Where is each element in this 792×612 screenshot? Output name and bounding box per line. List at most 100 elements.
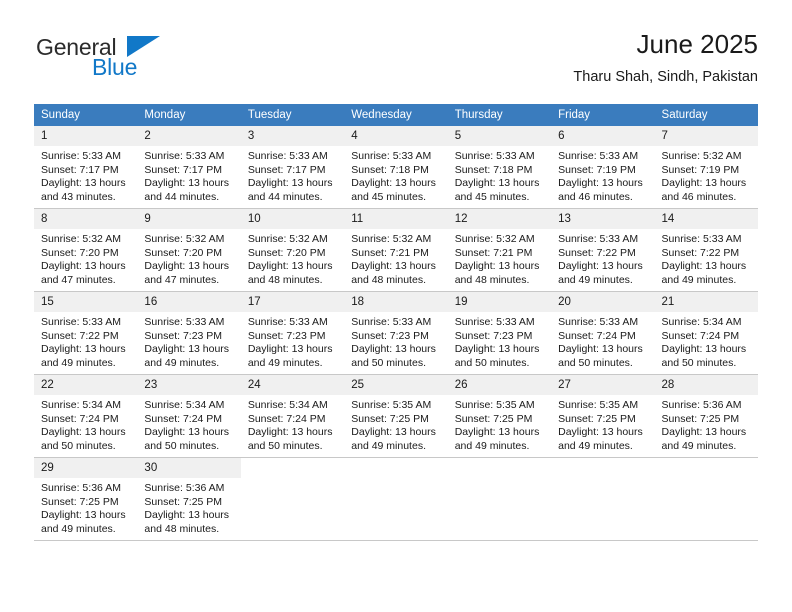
day-cell[interactable]: 20 Sunrise: 5:33 AM Sunset: 7:24 PM Dayl… bbox=[551, 291, 655, 375]
sunrise-text: Sunrise: 5:35 AM bbox=[454, 399, 535, 411]
day-number: 18 bbox=[344, 292, 448, 312]
day-cell[interactable]: 1 Sunrise: 5:33 AM Sunset: 7:17 PM Dayli… bbox=[34, 126, 138, 209]
day-info: Sunrise: 5:32 AM Sunset: 7:20 PM Dayligh… bbox=[34, 229, 137, 287]
day-cell[interactable]: 29 Sunrise: 5:36 AM Sunset: 7:25 PM Dayl… bbox=[34, 457, 138, 541]
day-cell-empty bbox=[240, 457, 345, 541]
sunset-text: Sunset: 7:24 PM bbox=[144, 412, 223, 425]
sunrise-text: Sunrise: 5:35 AM bbox=[351, 399, 432, 411]
sunset-text: Sunset: 7:19 PM bbox=[661, 163, 740, 176]
day-cell[interactable]: 27 Sunrise: 5:35 AM Sunset: 7:25 PM Dayl… bbox=[551, 374, 655, 458]
daylight-text-line1: Daylight: 13 hours bbox=[454, 177, 540, 190]
daylight-text-line1: Daylight: 13 hours bbox=[144, 509, 230, 522]
day-cell[interactable]: 11 Sunrise: 5:32 AM Sunset: 7:21 PM Dayl… bbox=[344, 208, 448, 292]
day-cell[interactable]: 24 Sunrise: 5:34 AM Sunset: 7:24 PM Dayl… bbox=[240, 374, 345, 458]
sunset-text: Sunset: 7:20 PM bbox=[41, 246, 119, 259]
weekday-header-thursday: Thursday bbox=[447, 104, 552, 126]
day-cell[interactable]: 19 Sunrise: 5:33 AM Sunset: 7:23 PM Dayl… bbox=[447, 291, 552, 375]
daylight-text-line2: and 48 minutes. bbox=[247, 273, 323, 286]
sunset-text: Sunset: 7:25 PM bbox=[41, 495, 119, 508]
day-cell[interactable]: 6 Sunrise: 5:33 AM Sunset: 7:19 PM Dayli… bbox=[551, 126, 655, 209]
day-info: Sunrise: 5:32 AM Sunset: 7:21 PM Dayligh… bbox=[344, 229, 447, 287]
sunrise-text: Sunrise: 5:32 AM bbox=[351, 233, 432, 245]
daylight-text-line2: and 48 minutes. bbox=[454, 273, 530, 286]
day-cell[interactable]: 23 Sunrise: 5:34 AM Sunset: 7:24 PM Dayl… bbox=[137, 374, 241, 458]
day-cell[interactable]: 8 Sunrise: 5:32 AM Sunset: 7:20 PM Dayli… bbox=[34, 208, 138, 292]
day-cell[interactable]: 28 Sunrise: 5:36 AM Sunset: 7:25 PM Dayl… bbox=[654, 374, 758, 458]
day-info: Sunrise: 5:33 AM Sunset: 7:23 PM Dayligh… bbox=[241, 312, 344, 370]
day-number: 24 bbox=[240, 375, 345, 395]
day-info: Sunrise: 5:35 AM Sunset: 7:25 PM Dayligh… bbox=[551, 395, 654, 453]
day-cell[interactable]: 4 Sunrise: 5:33 AM Sunset: 7:18 PM Dayli… bbox=[344, 126, 448, 209]
day-number: 29 bbox=[34, 458, 138, 478]
daylight-text-line2: and 46 minutes. bbox=[661, 190, 737, 203]
daylight-text-line1: Daylight: 13 hours bbox=[41, 509, 126, 522]
day-cell[interactable]: 2 Sunrise: 5:33 AM Sunset: 7:17 PM Dayli… bbox=[137, 126, 241, 209]
day-cell[interactable]: 25 Sunrise: 5:35 AM Sunset: 7:25 PM Dayl… bbox=[344, 374, 448, 458]
day-number bbox=[447, 458, 552, 464]
sunset-text: Sunset: 7:19 PM bbox=[558, 163, 636, 176]
daylight-text-line2: and 49 minutes. bbox=[558, 439, 633, 452]
daylight-text-line2: and 49 minutes. bbox=[661, 439, 737, 452]
daylight-text-line2: and 47 minutes. bbox=[144, 273, 220, 286]
day-cell[interactable]: 18 Sunrise: 5:33 AM Sunset: 7:23 PM Dayl… bbox=[344, 291, 448, 375]
day-cell[interactable]: 22 Sunrise: 5:34 AM Sunset: 7:24 PM Dayl… bbox=[34, 374, 138, 458]
day-cell[interactable]: 15 Sunrise: 5:33 AM Sunset: 7:22 PM Dayl… bbox=[34, 291, 138, 375]
sunset-text: Sunset: 7:25 PM bbox=[351, 412, 429, 425]
sunset-text: Sunset: 7:24 PM bbox=[247, 412, 326, 425]
day-cell-empty bbox=[654, 457, 758, 541]
day-cell[interactable]: 3 Sunrise: 5:33 AM Sunset: 7:17 PM Dayli… bbox=[240, 126, 345, 209]
day-cell[interactable]: 5 Sunrise: 5:33 AM Sunset: 7:18 PM Dayli… bbox=[447, 126, 552, 209]
daylight-text-line2: and 50 minutes. bbox=[661, 356, 737, 369]
sunrise-text: Sunrise: 5:33 AM bbox=[247, 316, 328, 328]
day-info: Sunrise: 5:33 AM Sunset: 7:19 PM Dayligh… bbox=[551, 146, 654, 204]
sunrise-text: Sunrise: 5:33 AM bbox=[454, 316, 535, 328]
daylight-text-line1: Daylight: 13 hours bbox=[558, 177, 643, 190]
day-cell[interactable]: 14 Sunrise: 5:33 AM Sunset: 7:22 PM Dayl… bbox=[654, 208, 758, 292]
day-info: Sunrise: 5:34 AM Sunset: 7:24 PM Dayligh… bbox=[241, 395, 344, 453]
sunrise-text: Sunrise: 5:33 AM bbox=[351, 150, 432, 162]
calendar-week-row: 1 Sunrise: 5:33 AM Sunset: 7:17 PM Dayli… bbox=[34, 126, 758, 209]
daylight-text-line2: and 48 minutes. bbox=[351, 273, 426, 286]
daylight-text-line1: Daylight: 13 hours bbox=[558, 260, 643, 273]
daylight-text-line2: and 47 minutes. bbox=[41, 273, 116, 286]
calendar-page: General Blue June 2025 Tharu Shah, Sindh… bbox=[0, 0, 792, 612]
sunrise-text: Sunrise: 5:36 AM bbox=[41, 482, 121, 494]
day-cell[interactable]: 30 Sunrise: 5:36 AM Sunset: 7:25 PM Dayl… bbox=[137, 457, 241, 541]
sunset-text: Sunset: 7:20 PM bbox=[144, 246, 223, 259]
daylight-text-line2: and 49 minutes. bbox=[41, 522, 116, 535]
sunset-text: Sunset: 7:24 PM bbox=[558, 329, 636, 342]
day-cell[interactable]: 12 Sunrise: 5:32 AM Sunset: 7:21 PM Dayl… bbox=[447, 208, 552, 292]
daylight-text-line2: and 48 minutes. bbox=[144, 522, 220, 535]
day-cell[interactable]: 7 Sunrise: 5:32 AM Sunset: 7:19 PM Dayli… bbox=[654, 126, 758, 209]
daylight-text-line2: and 49 minutes. bbox=[558, 273, 633, 286]
day-cell[interactable]: 13 Sunrise: 5:33 AM Sunset: 7:22 PM Dayl… bbox=[551, 208, 655, 292]
day-number: 22 bbox=[34, 375, 138, 395]
daylight-text-line2: and 49 minutes. bbox=[41, 356, 116, 369]
daylight-text-line2: and 44 minutes. bbox=[247, 190, 323, 203]
day-info: Sunrise: 5:33 AM Sunset: 7:23 PM Dayligh… bbox=[344, 312, 447, 370]
day-cell[interactable]: 21 Sunrise: 5:34 AM Sunset: 7:24 PM Dayl… bbox=[654, 291, 758, 375]
general-blue-logo[interactable]: General Blue bbox=[34, 34, 214, 86]
sunset-text: Sunset: 7:21 PM bbox=[351, 246, 429, 259]
sunset-text: Sunset: 7:18 PM bbox=[351, 163, 429, 176]
day-cell[interactable]: 17 Sunrise: 5:33 AM Sunset: 7:23 PM Dayl… bbox=[240, 291, 345, 375]
calendar-body: 1 Sunrise: 5:33 AM Sunset: 7:17 PM Dayli… bbox=[34, 126, 758, 541]
sunrise-text: Sunrise: 5:33 AM bbox=[661, 233, 742, 245]
day-number: 27 bbox=[551, 375, 655, 395]
weekday-header-tuesday: Tuesday bbox=[240, 104, 345, 126]
title-block: June 2025 Tharu Shah, Sindh, Pakistan bbox=[573, 28, 758, 86]
day-number: 20 bbox=[551, 292, 655, 312]
daylight-text-line1: Daylight: 13 hours bbox=[558, 343, 643, 356]
day-info: Sunrise: 5:33 AM Sunset: 7:17 PM Dayligh… bbox=[241, 146, 344, 204]
day-cell[interactable]: 10 Sunrise: 5:32 AM Sunset: 7:20 PM Dayl… bbox=[240, 208, 345, 292]
calendar-week-row: 29 Sunrise: 5:36 AM Sunset: 7:25 PM Dayl… bbox=[34, 457, 758, 541]
day-cell-empty bbox=[344, 457, 448, 541]
sunset-text: Sunset: 7:22 PM bbox=[661, 246, 740, 259]
day-info: Sunrise: 5:32 AM Sunset: 7:19 PM Dayligh… bbox=[655, 146, 758, 204]
day-cell[interactable]: 26 Sunrise: 5:35 AM Sunset: 7:25 PM Dayl… bbox=[447, 374, 552, 458]
day-cell[interactable]: 9 Sunrise: 5:32 AM Sunset: 7:20 PM Dayli… bbox=[137, 208, 241, 292]
daylight-text-line2: and 50 minutes. bbox=[351, 356, 426, 369]
day-cell[interactable]: 16 Sunrise: 5:33 AM Sunset: 7:23 PM Dayl… bbox=[137, 291, 241, 375]
weekday-header-wednesday: Wednesday bbox=[344, 104, 448, 126]
sunrise-text: Sunrise: 5:36 AM bbox=[661, 399, 742, 411]
